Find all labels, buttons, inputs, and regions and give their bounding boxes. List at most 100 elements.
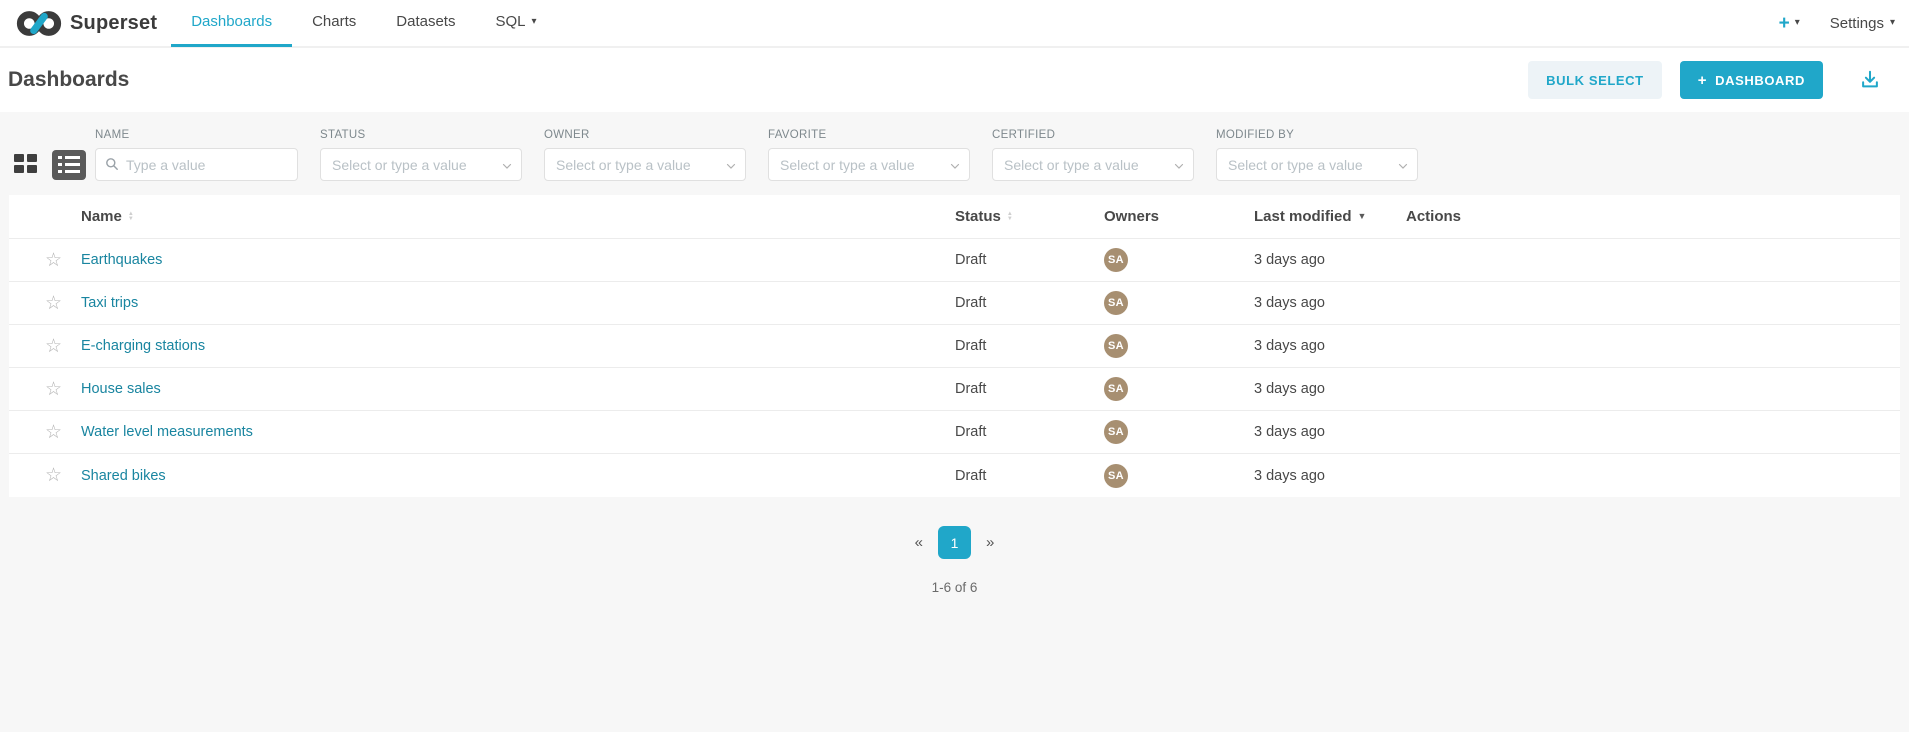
page-title: Dashboards [8,68,129,92]
settings-label: Settings [1830,15,1884,32]
prev-page-button[interactable]: « [915,534,923,551]
owner-avatar[interactable]: SA [1104,377,1128,401]
list-icon [58,156,86,159]
view-toggles [14,148,86,181]
bulk-select-button[interactable]: BULK SELECT [1528,61,1662,99]
dashboard-link[interactable]: E-charging stations [81,338,205,354]
table-row: ☆ Taxi trips Draft SA 3 days ago [9,282,1900,325]
filter-modified-by: MODIFIED BY Select or type a value [1216,129,1418,181]
column-header-status[interactable]: Status ▲▼ [955,208,1104,225]
filter-label: OWNER [544,129,746,141]
dashboard-link[interactable]: Taxi trips [81,295,138,311]
dashboard-link[interactable]: House sales [81,381,161,397]
sort-desc-icon: ▼ [1358,212,1367,221]
select-placeholder: Select or type a value [332,157,467,173]
filter-name: NAME [95,129,298,181]
superset-infinity-icon [16,7,62,40]
owner-avatar[interactable]: SA [1104,291,1128,315]
last-modified-text: 3 days ago [1254,424,1325,440]
nav-menu: Dashboards Charts Datasets SQL ▾ [171,0,556,47]
favorite-star-icon[interactable]: ☆ [45,250,62,271]
chevron-down-icon: ▾ [531,17,536,27]
nav-item-dashboards[interactable]: Dashboards [171,0,292,47]
chevron-down-icon [501,159,513,177]
list-view-toggle[interactable] [52,150,86,180]
nav-item-sql[interactable]: SQL ▾ [475,0,556,47]
sort-icon: ▲▼ [1007,212,1013,222]
list-icon [58,170,86,173]
status-label: Draft [955,295,986,311]
last-modified-text: 3 days ago [1254,468,1325,484]
chevron-down-icon [725,159,737,177]
search-icon [104,156,120,177]
nav-item-label: Charts [312,13,356,30]
last-modified-text: 3 days ago [1254,338,1325,354]
chevron-down-icon: ▾ [1890,18,1895,28]
column-header-last-modified[interactable]: Last modified ▼ [1254,208,1406,225]
name-search-input[interactable] [95,148,298,181]
dashboard-link[interactable]: Earthquakes [81,252,162,268]
page-1-button[interactable]: 1 [938,526,971,559]
chevron-down-icon: ▾ [1795,18,1800,28]
dashboard-link[interactable]: Water level measurements [81,424,253,440]
favorite-star-icon[interactable]: ☆ [45,336,62,357]
nav-item-label: SQL [495,13,525,30]
column-header-actions: Actions [1406,208,1900,225]
owner-avatar[interactable]: SA [1104,334,1128,358]
top-navbar: Superset Dashboards Charts Datasets SQL … [0,0,1909,48]
nav-item-datasets[interactable]: Datasets [376,0,475,47]
nav-item-label: Dashboards [191,13,272,30]
favorite-select[interactable]: Select or type a value [768,148,970,181]
dashboard-link[interactable]: Shared bikes [81,468,166,484]
nav-item-label: Datasets [396,13,455,30]
owner-avatar[interactable]: SA [1104,248,1128,272]
dashboards-table: Name ▲▼ Status ▲▼ Owners Last modified ▼… [9,195,1900,497]
brand-name: Superset [70,12,157,35]
pagination: « 1 » [0,526,1909,559]
settings-menu[interactable]: Settings ▾ [1830,15,1895,32]
content-area: NAME STATUS Select or type a value OWNE [0,112,1909,732]
superset-logo[interactable]: Superset [16,7,157,40]
next-page-button[interactable]: » [986,534,994,551]
status-label: Draft [955,424,986,440]
status-label: Draft [955,468,986,484]
new-dashboard-label: DASHBOARD [1715,73,1805,88]
grid-icon [14,165,24,173]
nav-item-charts[interactable]: Charts [292,0,376,47]
status-select[interactable]: Select or type a value [320,148,522,181]
select-placeholder: Select or type a value [780,157,915,173]
owner-avatar[interactable]: SA [1104,420,1128,444]
favorite-star-icon[interactable]: ☆ [45,422,62,443]
owner-select[interactable]: Select or type a value [544,148,746,181]
card-view-toggle[interactable] [14,154,40,176]
last-modified-text: 3 days ago [1254,295,1325,311]
favorite-star-icon[interactable]: ☆ [45,293,62,314]
grid-icon [27,154,37,162]
table-row: ☆ Earthquakes Draft SA 3 days ago [9,239,1900,282]
column-header-name[interactable]: Name ▲▼ [81,208,955,225]
filter-status: STATUS Select or type a value [320,129,522,181]
grid-icon [14,154,24,162]
filter-bar: NAME STATUS Select or type a value OWNE [0,112,1909,195]
select-placeholder: Select or type a value [1004,157,1139,173]
filter-certified: CERTIFIED Select or type a value [992,129,1194,181]
table-row: ☆ House sales Draft SA 3 days ago [9,368,1900,411]
sort-icon: ▲▼ [128,212,134,222]
column-header-owners: Owners [1104,208,1254,225]
modified-by-select[interactable]: Select or type a value [1216,148,1418,181]
new-item-menu[interactable]: + ▾ [1779,14,1800,33]
last-modified-text: 3 days ago [1254,381,1325,397]
certified-select[interactable]: Select or type a value [992,148,1194,181]
new-dashboard-button[interactable]: + DASHBOARD [1680,61,1823,99]
page-header: Dashboards BULK SELECT + DASHBOARD [0,48,1909,112]
filter-label: MODIFIED BY [1216,129,1418,141]
pagination-summary: 1-6 of 6 [0,580,1909,595]
list-icon [58,163,86,166]
select-placeholder: Select or type a value [556,157,691,173]
favorite-star-icon[interactable]: ☆ [45,379,62,400]
filter-label: FAVORITE [768,129,970,141]
owner-avatar[interactable]: SA [1104,464,1128,488]
filter-label: NAME [95,129,298,141]
favorite-star-icon[interactable]: ☆ [45,465,62,486]
import-dashboards-button[interactable] [1859,69,1881,91]
